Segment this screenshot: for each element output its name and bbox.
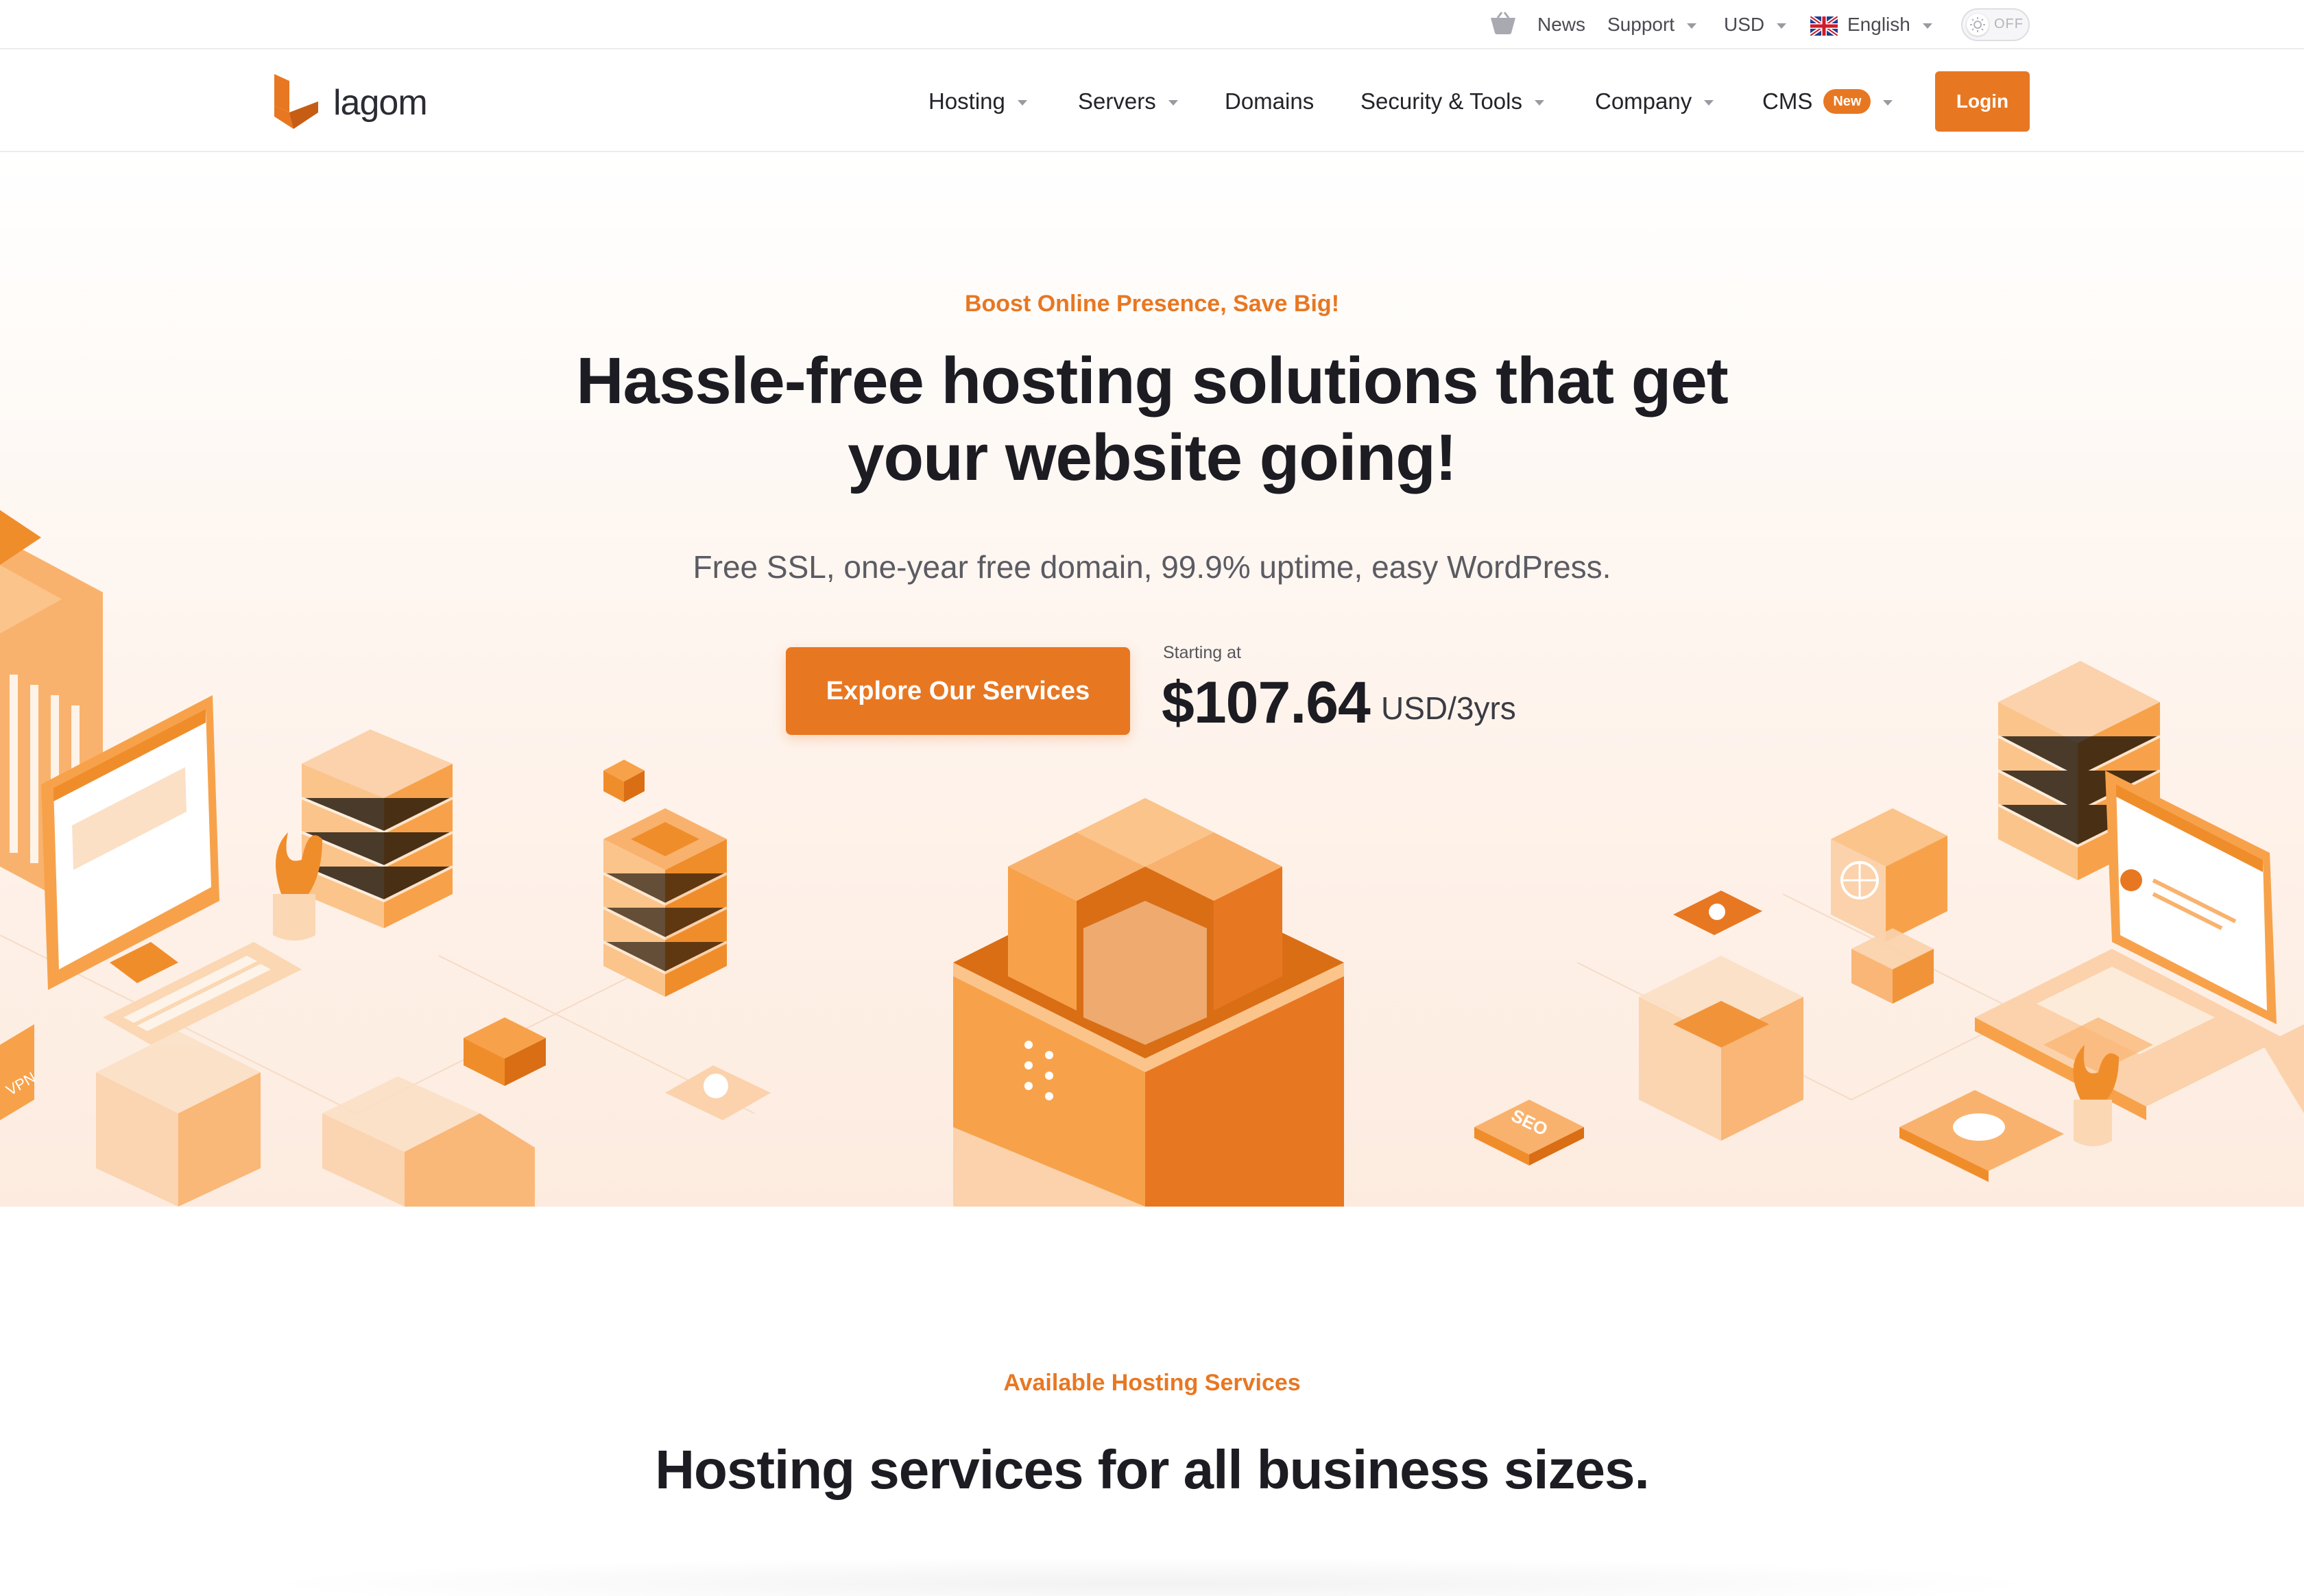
clock-tile-illustration (665, 1065, 771, 1120)
hero-title: Hassle-free hosting solutions that get y… (576, 344, 1729, 494)
nav-item-label: CMS (1762, 88, 1813, 114)
nav-item-domains[interactable]: Domains (1225, 86, 1314, 117)
support-menu[interactable]: Support (1607, 11, 1697, 38)
price-unit: USD/3yrs (1381, 690, 1516, 726)
uk-flag-icon (1810, 16, 1838, 36)
chevron-down-icon (1168, 100, 1178, 106)
central-box-illustration (953, 798, 1344, 1207)
language-label: English (1847, 14, 1910, 35)
currency-selector[interactable]: USD (1724, 11, 1787, 38)
nav-item-hosting[interactable]: Hosting (928, 86, 1027, 117)
nav-item-label: Hosting (928, 88, 1005, 114)
logo-wordmark: lagom (333, 83, 428, 123)
dark-mode-toggle[interactable]: OFF (1961, 8, 2030, 41)
toggle-state-label: OFF (1994, 16, 2024, 32)
chevron-down-icon (1777, 23, 1787, 29)
right-glass-cubes-illustration (1639, 928, 1934, 1141)
nav-item-cms[interactable]: CMS New (1762, 86, 1893, 117)
news-link[interactable]: News (1537, 11, 1585, 38)
crate-illustration (464, 1017, 546, 1086)
utility-bar: News Support USD English OFF (0, 0, 2304, 49)
services-eyebrow: Available Hosting Services (1003, 1370, 1301, 1396)
globe-box-illustration (1831, 808, 1947, 942)
currency-label: USD (1724, 14, 1765, 35)
nav-item-label: Domains (1225, 88, 1315, 114)
phone-chat-illustration (1673, 891, 1762, 935)
chevron-down-icon (1922, 23, 1932, 29)
explore-services-button[interactable]: Explore Our Services (786, 647, 1130, 735)
cloud-tile-illustration (1899, 1090, 2064, 1182)
main-navigation: lagom Hosting Servers Domains Security &… (0, 51, 2304, 152)
chevron-down-icon (1704, 100, 1714, 106)
language-selector[interactable]: English (1810, 11, 1932, 38)
support-label: Support (1607, 14, 1675, 35)
hero-section: VPN SEO Boost Online Presence, Save Big!… (0, 154, 2304, 1207)
nav-item-label: Servers (1078, 88, 1156, 114)
chevron-down-icon (1883, 100, 1893, 106)
price-amount: $107.64 (1162, 670, 1371, 736)
server-stack-illustration (301, 729, 453, 928)
new-badge: New (1823, 89, 1871, 114)
nav-item-label: Security & Tools (1360, 88, 1522, 114)
service-cards-shadow (247, 1556, 2057, 1596)
chevron-down-icon (1687, 23, 1697, 29)
nav-item-security-tools[interactable]: Security & Tools (1360, 86, 1544, 117)
nav-item-company[interactable]: Company (1595, 86, 1714, 117)
chevron-down-icon (1535, 100, 1544, 106)
nav-item-label: Company (1595, 88, 1692, 114)
login-button[interactable]: Login (1935, 71, 2030, 132)
services-title: Hosting services for all business sizes. (655, 1439, 1650, 1500)
floating-server-illustration (603, 760, 728, 997)
brand-logo[interactable]: lagom (273, 71, 451, 133)
price-label: Starting at (1163, 643, 1241, 662)
chevron-down-icon (1017, 100, 1027, 106)
hero-eyebrow: Boost Online Presence, Save Big! (964, 291, 1340, 317)
lagom-logo-icon (274, 74, 318, 129)
hero-subtitle: Free SSL, one-year free domain, 99.9% up… (693, 549, 1611, 585)
sun-icon (1967, 14, 1989, 36)
basket-icon[interactable] (1488, 10, 1518, 37)
nav-item-servers[interactable]: Servers (1078, 86, 1178, 117)
